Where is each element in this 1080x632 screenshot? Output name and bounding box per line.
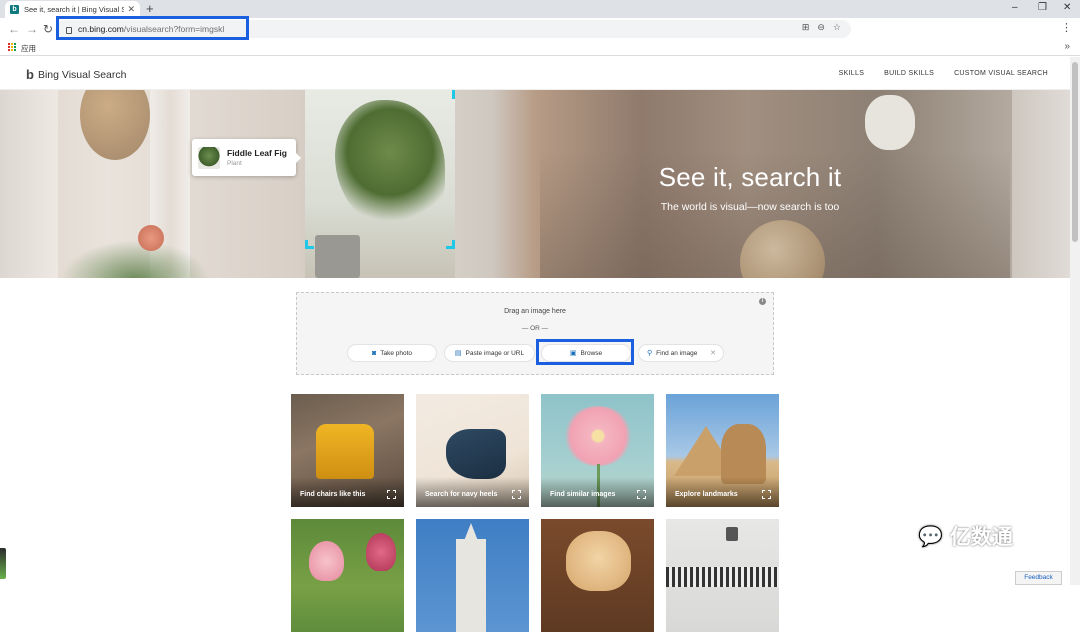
tag-name: Fiddle Leaf Fig — [227, 148, 287, 158]
forward-arrow-icon[interactable]: → — [26, 21, 38, 37]
site-header: b Bing Visual Search SKILLS BUILD SKILLS… — [0, 57, 1070, 90]
tag-pointer — [296, 153, 301, 163]
info-icon[interactable]: i — [759, 298, 766, 305]
example-tile-heels[interactable]: Search for navy heels — [416, 394, 529, 507]
close-window-button[interactable]: ✕ — [1063, 1, 1071, 15]
watermark-text: 亿数通 — [949, 526, 1013, 549]
zoom-icon[interactable]: ⊖ — [817, 22, 825, 33]
logo-text: Bing Visual Search — [37, 68, 127, 81]
camera-icon: ◙ — [371, 349, 377, 357]
browser-menu-icon[interactable]: ⋮ — [1061, 21, 1072, 34]
scrollbar-thumb[interactable] — [1072, 62, 1078, 242]
paste-icon: ▤ — [454, 350, 462, 357]
hero-banner: Fiddle Leaf Fig Plant See it, search it … — [0, 90, 1070, 278]
drag-instructions: Drag an image here — [504, 308, 566, 315]
hero-leaves — [60, 240, 210, 278]
crop-corner-icon[interactable] — [305, 240, 314, 249]
tile-label: Search for navy heels — [425, 491, 498, 498]
find-image-field[interactable]: ⚲ Find an image ✕ — [638, 344, 724, 362]
puppy-image — [566, 531, 631, 591]
or-divider: — OR — — [521, 325, 549, 332]
plant-thumbnail — [198, 146, 220, 169]
tile-label: Explore landmarks — [675, 491, 738, 498]
browse-highlight-box — [536, 339, 634, 365]
crop-corner-icon[interactable] — [446, 90, 455, 99]
take-photo-label: Take photo — [380, 349, 413, 357]
watermark: 💬 亿数通 — [918, 521, 1013, 551]
visual-search-icon[interactable] — [762, 490, 771, 499]
hero-title: See it, search it — [658, 162, 842, 192]
feedback-button[interactable]: Feedback — [1015, 571, 1062, 585]
bookmarks-bar: 应用 » — [0, 40, 1080, 56]
chair-image — [316, 424, 374, 479]
example-tile-landmarks[interactable]: Explore landmarks — [666, 394, 779, 507]
paste-label: Paste image or URL — [465, 349, 525, 357]
example-tile-flower[interactable]: Find similar images — [541, 394, 654, 507]
take-photo-button[interactable]: ◙ Take photo — [347, 344, 437, 362]
tulip-image — [366, 533, 396, 571]
back-arrow-icon[interactable]: ← — [8, 21, 20, 37]
tag-category: Plant — [227, 160, 242, 167]
reload-icon[interactable]: ↻ — [43, 21, 53, 37]
visual-search-icon[interactable] — [512, 490, 521, 499]
hero-left-shade — [0, 90, 58, 278]
new-tab-button[interactable]: + — [146, 1, 154, 17]
apps-grid-icon[interactable] — [8, 43, 17, 52]
flower-image — [563, 406, 633, 466]
bookmarks-more[interactable]: » — [1064, 41, 1070, 52]
url-highlight-box — [56, 16, 249, 40]
example-tile-puppy[interactable] — [541, 519, 654, 632]
tile-label: Find similar images — [550, 491, 616, 498]
paste-image-button[interactable]: ▤ Paste image or URL — [444, 344, 535, 362]
crop-corner-icon[interactable] — [446, 240, 455, 249]
example-tile-tulips[interactable] — [291, 519, 404, 632]
nav-skills[interactable]: SKILLS — [839, 70, 865, 77]
tab-title: See it, search it | Bing Visual Search — [24, 5, 125, 14]
tulip-image — [309, 541, 344, 581]
example-tile-living-room[interactable] — [666, 519, 779, 632]
nav-custom-visual-search[interactable]: CUSTOM VISUAL SEARCH — [954, 70, 1048, 77]
example-tile-chairs[interactable]: Find chairs like this — [291, 394, 404, 507]
minimize-button[interactable]: – — [1012, 1, 1018, 15]
nav-build-skills[interactable]: BUILD SKILLS — [884, 70, 934, 77]
close-tab-icon[interactable]: ✕ — [127, 4, 135, 15]
translate-icon[interactable]: ⊞ — [802, 22, 810, 33]
star-icon[interactable]: ☆ — [833, 22, 841, 33]
example-tile-temple[interactable] — [416, 519, 529, 632]
bing-b-icon: b — [26, 67, 34, 82]
visual-search-icon[interactable] — [637, 490, 646, 499]
find-image-label: Find an image — [656, 349, 698, 357]
hero-pot — [315, 235, 360, 278]
bing-logo[interactable]: b Bing Visual Search — [26, 67, 126, 82]
top-nav: SKILLS BUILD SKILLS CUSTOM VISUAL SEARCH — [839, 70, 1048, 77]
hero-flower — [138, 225, 164, 251]
hero-subtitle: The world is visual—now search is too — [660, 201, 840, 213]
page-scrollbar[interactable] — [1070, 57, 1080, 585]
sphinx-image — [721, 424, 766, 484]
hero-vase — [865, 95, 915, 150]
hero-mirror — [80, 90, 150, 160]
heel-image — [446, 429, 506, 479]
search-icon: ⚲ — [647, 350, 653, 357]
side-widget — [0, 548, 6, 579]
clear-icon[interactable]: ✕ — [710, 349, 716, 357]
object-tag-card[interactable]: Fiddle Leaf Fig Plant — [192, 139, 301, 176]
sofa-image — [666, 567, 779, 587]
hero-right-shade — [1012, 90, 1070, 278]
bing-favicon-icon: b — [10, 5, 19, 14]
wechat-icon: 💬 — [918, 525, 943, 548]
restore-button[interactable]: ❐ — [1038, 1, 1047, 15]
tile-label: Find chairs like this — [300, 491, 366, 498]
apps-label[interactable]: 应用 — [21, 43, 36, 54]
lamp-image — [726, 527, 738, 541]
image-drop-zone[interactable]: i Drag an image here — OR — ◙ Take photo… — [296, 292, 774, 375]
visual-search-icon[interactable] — [387, 490, 396, 499]
tower-image — [456, 539, 486, 632]
